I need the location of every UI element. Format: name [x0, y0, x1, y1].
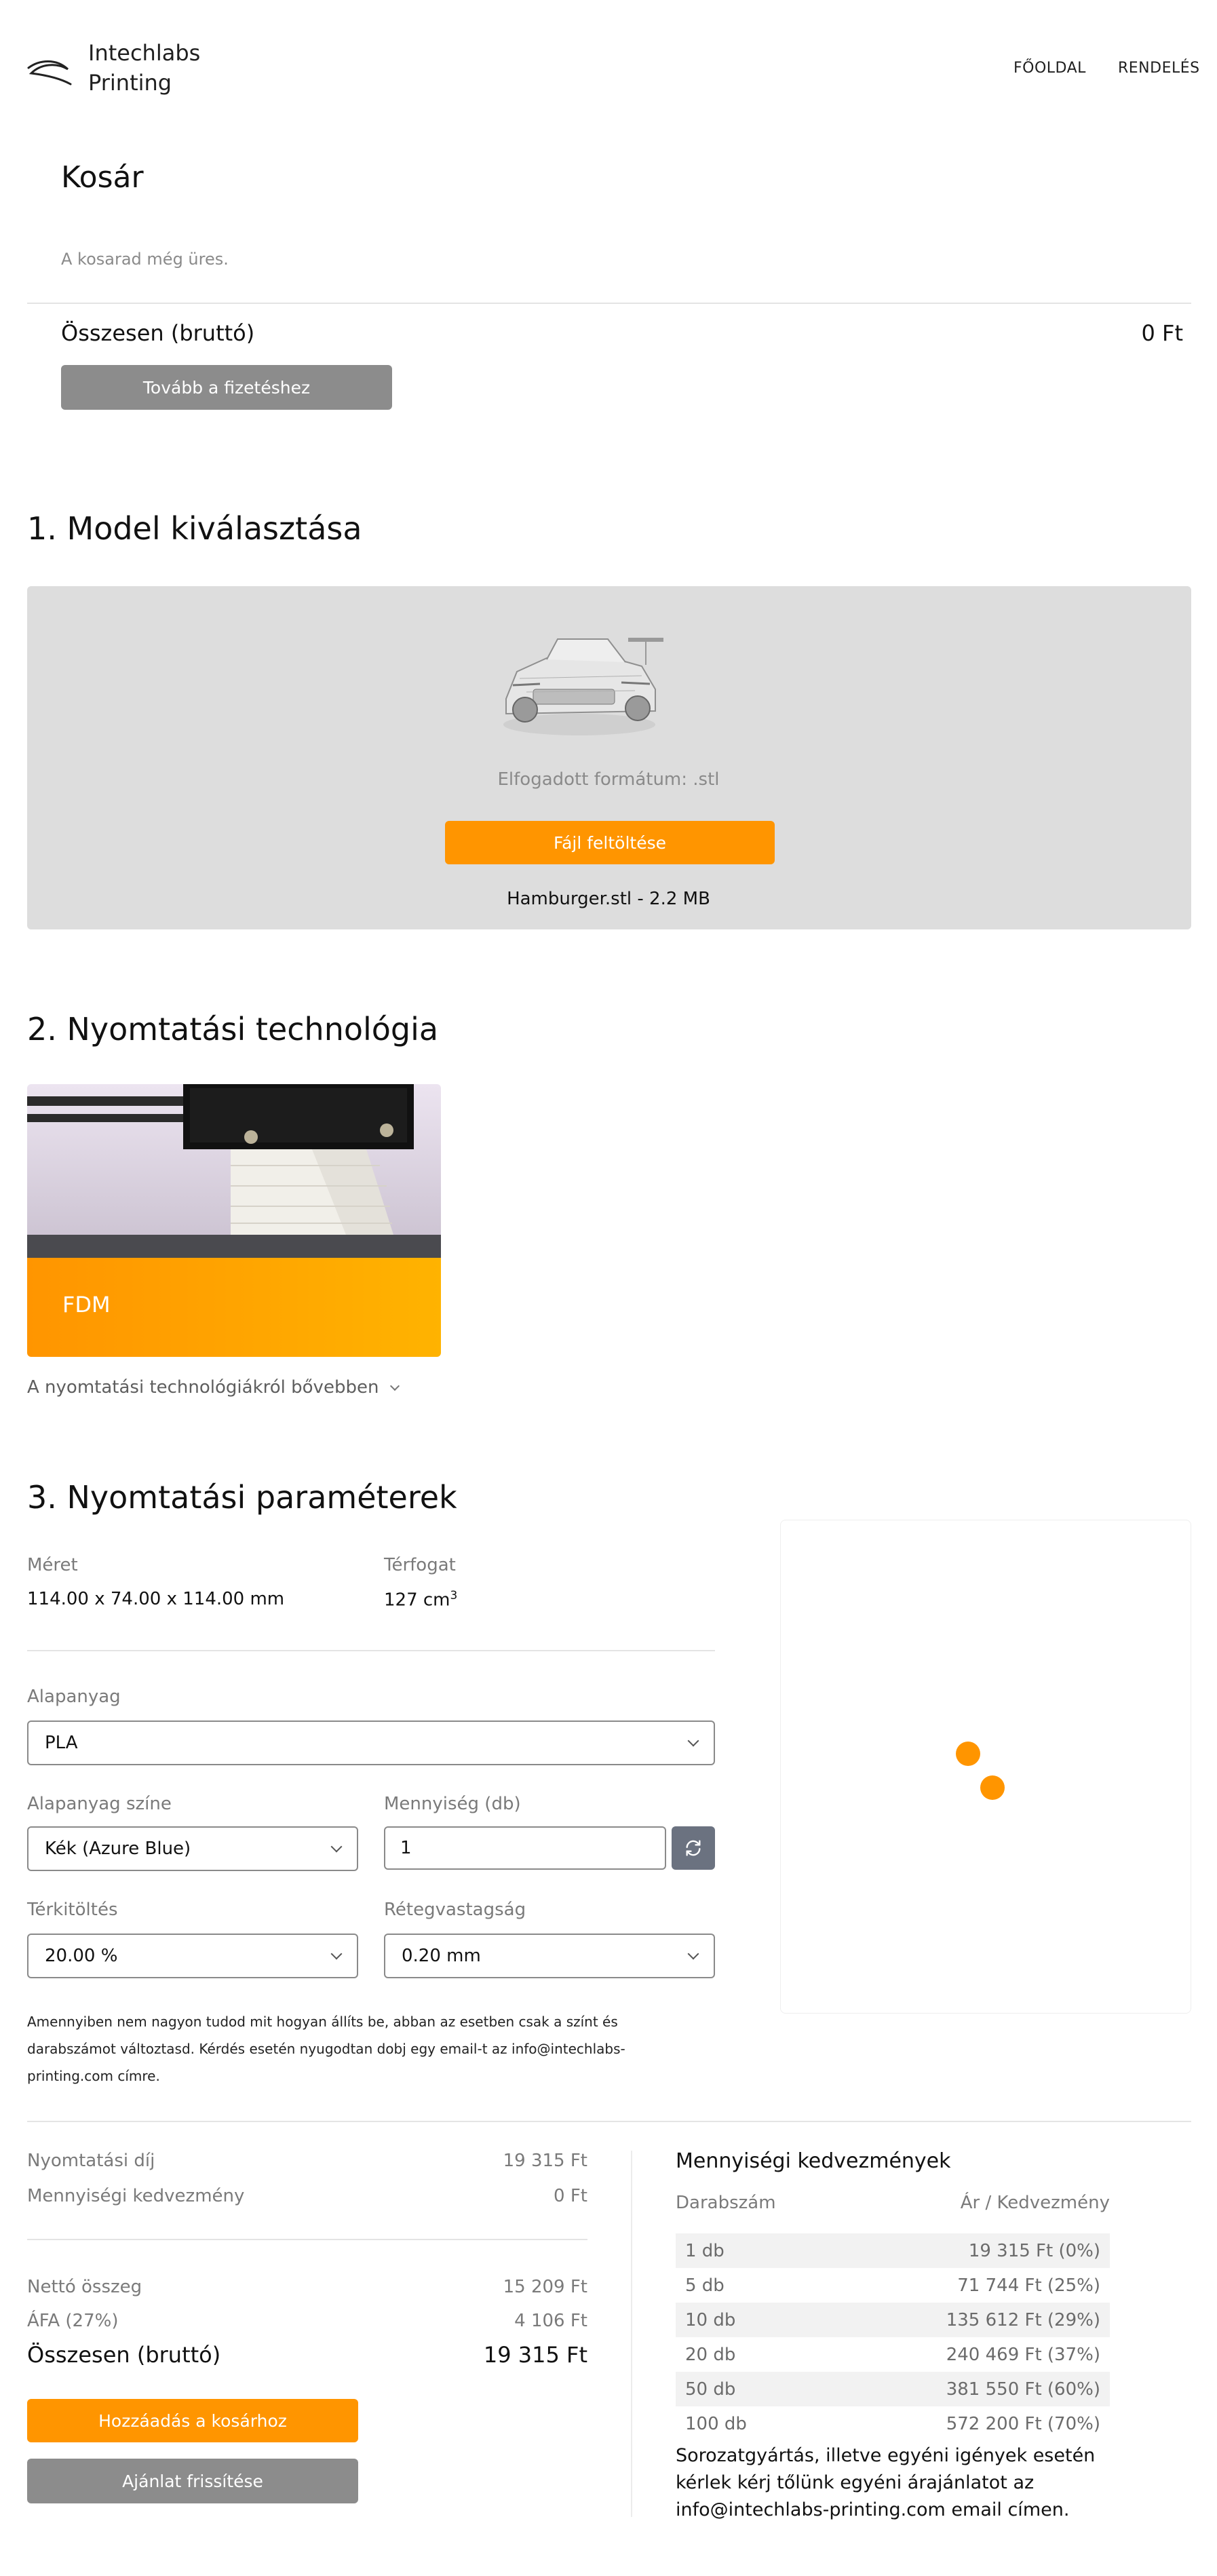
table-row: 100 db 572 200 Ft (70%) [676, 2406, 1110, 2441]
upload-file-button[interactable]: Fájl feltöltése [445, 821, 775, 864]
tech-label: FDM [62, 1292, 111, 1318]
summary-vertical-divider [631, 2151, 632, 2517]
row-qty: 50 db [685, 2379, 736, 2400]
params-help-note: Amennyiben nem nagyon tudod mit hogyan á… [27, 2014, 625, 2084]
nav-order[interactable]: RENDELÉS [1118, 60, 1200, 77]
tech-more-link[interactable]: A nyomtatási technológiákról bővebben [27, 1377, 400, 1398]
nav-home[interactable]: FŐOLDAL [1013, 60, 1086, 77]
layer-value: 0.20 mm [402, 1946, 481, 1966]
chevron-down-icon [330, 1948, 343, 1960]
print-fee-label: Nyomtatási díj [27, 2151, 155, 2171]
logo-icon[interactable] [26, 54, 73, 88]
color-select[interactable]: Kék (Azure Blue) [27, 1826, 358, 1871]
logo-text[interactable]: Intechlabs Printing [88, 38, 200, 98]
infill-label: Térkitöltés [27, 1900, 118, 1920]
qty-discount-value: 0 Ft [554, 2186, 587, 2206]
chevron-down-icon [389, 1381, 400, 1391]
step2-title: 2. Nyomtatási technológia [27, 1011, 439, 1047]
quantity-label: Mennyiség (db) [384, 1794, 521, 1814]
checkout-button[interactable]: Tovább a fizetéshez [61, 365, 392, 410]
tech-more-label: A nyomtatási technológiákról bővebben [27, 1377, 379, 1398]
cart-total-label: Összesen (bruttó) [61, 320, 255, 346]
row-price: 572 200 Ft (70%) [946, 2413, 1100, 2434]
step1-title: 1. Model kiválasztása [27, 510, 362, 547]
table-row: 5 db 71 744 Ft (25%) [676, 2268, 1110, 2303]
layer-select[interactable]: 0.20 mm [384, 1934, 715, 1978]
params-divider [27, 1650, 715, 1651]
material-label: Alapanyag [27, 1687, 121, 1707]
gross-label: Összesen (bruttó) [27, 2342, 221, 2368]
loading-dot [980, 1775, 1005, 1800]
cart-total-value: 0 Ft [1141, 320, 1183, 346]
row-price: 19 315 Ft (0%) [968, 2240, 1100, 2261]
gross-value: 19 315 Ft [483, 2342, 587, 2368]
table-row: 1 db 19 315 Ft (0%) [676, 2233, 1110, 2268]
car-model-icon [503, 638, 663, 735]
tech-card-fdm[interactable]: FDM [27, 1084, 441, 1357]
size-label: Méret [27, 1555, 78, 1575]
infill-select[interactable]: 20.00 % [27, 1934, 358, 1978]
row-qty: 1 db [685, 2240, 725, 2261]
volume-label: Térfogat [384, 1555, 456, 1575]
summary-divider [27, 2121, 1191, 2122]
net-value: 15 209 Ft [503, 2277, 587, 2297]
cart-title: Kosár [61, 160, 144, 195]
color-label: Alapanyag színe [27, 1794, 172, 1814]
row-qty: 5 db [685, 2275, 725, 2296]
loading-dot [956, 1742, 980, 1766]
print-fee-value: 19 315 Ft [503, 2151, 587, 2171]
cart-divider [27, 303, 1191, 304]
discounts-col-qty: Darabszám [676, 2193, 776, 2213]
table-row: 50 db 381 550 Ft (60%) [676, 2372, 1110, 2406]
size-value: 114.00 x 74.00 x 114.00 mm [27, 1589, 285, 1609]
layer-label: Rétegvastagság [384, 1900, 526, 1920]
net-label: Nettó összeg [27, 2277, 142, 2297]
row-price: 240 469 Ft (37%) [946, 2344, 1100, 2365]
cart-empty-text: A kosarad még üres. [61, 250, 229, 269]
row-price: 135 612 Ft (29%) [946, 2309, 1100, 2330]
discounts-table: 1 db 19 315 Ft (0%) 5 db 71 744 Ft (25%) 1… [676, 2233, 1110, 2441]
refresh-offer-button[interactable]: Ajánlat frissítése [27, 2459, 358, 2503]
chevron-down-icon [687, 1948, 699, 1960]
model-3d-viewer[interactable] [780, 1520, 1191, 2014]
row-qty: 20 db [685, 2344, 736, 2365]
step3-title: 3. Nyomtatási paraméterek [27, 1479, 457, 1516]
qty-discount-label: Mennyiségi kedvezmény [27, 2186, 245, 2206]
discounts-note: Sorozatgyártás, illetve egyéni igények e… [676, 2445, 1096, 2520]
volume-value: 127 cm3 [384, 1589, 457, 1611]
tech-card-band: FDM [27, 1258, 441, 1357]
row-qty: 100 db [685, 2413, 747, 2434]
quantity-input[interactable]: 1 [384, 1826, 666, 1870]
quantity-value: 1 [400, 1838, 412, 1858]
material-select[interactable]: PLA [27, 1720, 715, 1765]
fdm-printer-photo [27, 1084, 441, 1258]
vat-value: 4 106 Ft [514, 2311, 587, 2331]
material-value: PLA [45, 1733, 78, 1753]
row-price: 71 744 Ft (25%) [957, 2275, 1100, 2296]
accepted-formats: Elfogadott formátum: .stl [497, 769, 720, 790]
logo-line-1: Intechlabs [88, 40, 201, 66]
row-qty: 10 db [685, 2309, 736, 2330]
volume-number: 127 cm [384, 1590, 450, 1611]
discounts-col-price: Ár / Kedvezmény [960, 2193, 1110, 2213]
table-row: 20 db 240 469 Ft (37%) [676, 2337, 1110, 2372]
summary-inner-divider [27, 2239, 587, 2240]
uploaded-file-name: Hamburger.stl - 2.2 MB [507, 889, 710, 909]
color-value: Kék (Azure Blue) [45, 1839, 191, 1859]
add-to-cart-button[interactable]: Hozzáadás a kosárhoz [27, 2399, 358, 2442]
chevron-down-icon [687, 1735, 699, 1747]
table-row: 10 db 135 612 Ft (29%) [676, 2303, 1110, 2337]
logo-line-2: Printing [88, 70, 172, 96]
chevron-down-icon [330, 1841, 343, 1853]
volume-unit-sup: 3 [450, 1589, 458, 1602]
refresh-quantity-button[interactable] [672, 1826, 715, 1870]
refresh-icon [686, 1840, 701, 1856]
vat-label: ÁFA (27%) [27, 2311, 119, 2331]
row-price: 381 550 Ft (60%) [946, 2379, 1100, 2400]
discounts-title: Mennyiségi kedvezmények [676, 2149, 951, 2173]
infill-value: 20.00 % [45, 1946, 118, 1966]
